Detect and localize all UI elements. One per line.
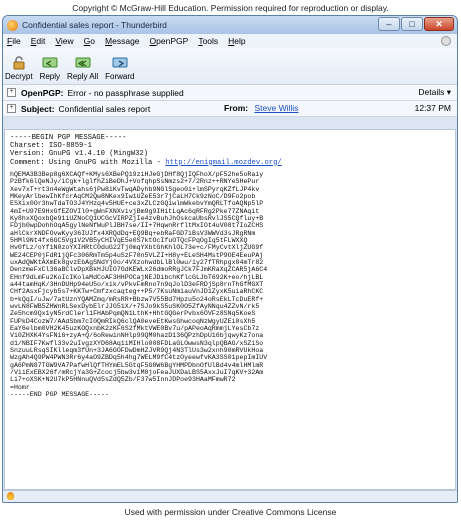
sender-link[interactable]: Steve Willis (254, 103, 298, 113)
ciphertext-line: FDjb0wpDohhOqA5gylNeNfWuPlJBH7se/II+7Hqw… (10, 222, 264, 230)
decrypt-label: Decrypt (5, 72, 33, 81)
ciphertext-line: wvLN8FWB5ZHWnRLSexDybElrJJG51X/+7SJo9kS5… (10, 303, 260, 310)
title-bar: Confidential sales report - Thunderbird … (3, 16, 457, 34)
reply-label: Reply (39, 72, 61, 81)
ciphertext-block: hQEMA3B3Bep8g6XCAQf+KMys6XBePQ19ziHJeGjD… (10, 171, 450, 399)
expand-icon[interactable]: + (7, 88, 16, 97)
menu-view[interactable]: View (55, 36, 73, 46)
expand-headers-icon[interactable]: + (7, 104, 16, 113)
ciphertext-line: Hv0fLz/oYf1N0zoYXIHRtC0duG22Tj0mqYXbtGhK… (10, 244, 264, 252)
ciphertext-line: aHlCkrXNDFOvwKyy36IUJfx4XRQdDq+EQ9Bq+ebR… (10, 229, 256, 237)
ciphertext-line: PzBfk6lQeNJy/iCgk+lglfhZiBeDhJ+VofqhpSsN… (10, 178, 260, 186)
decrypt-button[interactable]: Decrypt (5, 56, 33, 84)
ciphertext-line: SnzuuLRsqSIKlleqm3fUn+3JA6GOFDwDmHZJVR9Q… (10, 347, 264, 355)
forward-label: Forward (105, 72, 135, 81)
ciphertext-line: =Homr (10, 383, 30, 391)
subject-row: + Subject: Confidential sales report Fro… (3, 101, 457, 117)
decrypt-icon (13, 56, 25, 70)
ciphertext-line: hQEMA3B3Bep8g6XCAQf+KMys6XBePQ19ziHJeGjD… (10, 170, 264, 178)
ciphertext-line: /ViiExEBX26f/mRcjYa3G+Zcocj5bw3viM0joFea… (10, 369, 264, 377)
thunderbird-logo-icon (7, 19, 18, 31)
ciphertext-line: WzgAh4Q9PW4PWN3Rr6y4aO9ZBDq5h4hg7WELM9fC… (10, 354, 268, 362)
reply-all-icon (75, 57, 91, 68)
status-icon (7, 492, 14, 500)
openpgp-label: OpenPGP: (21, 87, 64, 98)
from-label: From: (224, 103, 249, 113)
ciphertext-line: Vi0ZHXK4YsFNi6+zyA+Q/6oRewinNHlp99QM0haz… (10, 332, 264, 340)
ciphertext-line: MKeyArlbewIhKfcrAqCM2Qw8NKex9Iw1UZeE53r7… (10, 192, 256, 200)
ciphertext-line: Xev7xT+rt3n4eWgWtahs6jPw8iKvTwqADyhb9NGl… (10, 185, 260, 193)
toolbar: Decrypt Reply Reply All Forward (3, 48, 457, 85)
subject-label: Subject: (21, 103, 55, 114)
message-time: 12:37 PM (414, 103, 451, 113)
menu-message[interactable]: Message (105, 36, 140, 46)
ciphertext-line: Ze5hcm9Qx1yN5rdClerl1FHAbPqmQN1LthK+HhtG… (10, 310, 256, 318)
ciphertext-line: b+kQqI/uJw/7atUznYQAMZmq/mRsRR+Bbzw7V55B… (10, 295, 264, 303)
ciphertext-line: a44tamHqK/3HnDUHp94eU5o/xik/vPkvFmRno7n9… (10, 280, 264, 288)
menu-help[interactable]: Help (228, 36, 245, 46)
ciphertext-line: EHnf9dLmFu2KoIcIKolaMdCoAF3HHPOCajNEJDib… (10, 273, 264, 281)
ciphertext-line: FUPkD4CozW7/AAdSbm7cI0QmRIkQ6clQA0eveEtK… (10, 317, 256, 325)
ciphertext-line: Li7+oXSK+N2U7kP5HNnuQVd5sZdQ5Zb/F37w5Inn… (10, 376, 236, 384)
copyright-caption: Copyright © McGraw-Hill Education. Permi… (72, 3, 389, 13)
reply-all-label: Reply All (67, 72, 99, 81)
forward-button[interactable]: Forward (105, 56, 134, 84)
reply-icon (42, 57, 58, 68)
license-caption: Used with permission under Creative Comm… (124, 507, 337, 517)
ciphertext-line: 4mI+U97E9HxGfEZOVIl0+gWnFXNXvivjBm9g9IHi… (10, 207, 260, 215)
menu-edit[interactable]: Edit (31, 36, 46, 46)
close-button[interactable]: ✕ (424, 17, 454, 31)
ciphertext-line: EaY6elbm0VH2K45uzKOQxnbK2zKF6S2fMktVWE0B… (10, 325, 260, 333)
ciphertext-line: -----END PGP MESSAGE----- (10, 391, 109, 399)
openpgp-status-row[interactable]: + OpenPGP: Error - no passphrase supplie… (3, 85, 457, 101)
reply-all-button[interactable]: Reply All (67, 56, 98, 84)
subject-value: Confidential sales report (58, 103, 151, 114)
menu-file[interactable]: File (7, 36, 21, 46)
maximize-button[interactable]: □ (401, 17, 423, 31)
openpgp-error-text: Error - no passphrase supplied (67, 87, 184, 98)
ciphertext-line: Ky8hxXQoxbQe91iUZNoCQ1UCGcVIRPZjIe4zvBuh… (10, 214, 264, 222)
ciphertext-line: 5HMl9Nt4fx6GC5Vg1V2VB5yCHIVqE5e0S7ktOcIf… (10, 236, 248, 244)
message-body: -----BEGIN PGP MESSAGE----- Charset: ISO… (4, 129, 456, 490)
activity-icon (441, 36, 451, 46)
menu-go[interactable]: Go (84, 36, 95, 46)
ciphertext-line: ESXix0Or3hwTdaTO3J4YHzq4v5HUE+ce3xZLCzGQ… (10, 200, 264, 208)
ciphertext-line: gA6PmN87TGW9VA7PafwHlQfTHYmEL5GtqF5G0W6B… (10, 361, 264, 369)
details-button[interactable]: Details ▾ (418, 87, 451, 98)
ciphertext-line: DenzmeFxCl36aBClvDpXBkHJUIO7GdKEWLx26dmo… (10, 266, 268, 274)
thunderbird-window: Confidential sales report - Thunderbird … (2, 15, 458, 503)
enigmail-link[interactable]: http://enigmail.mozdev.org/ (165, 159, 281, 167)
window-title: Confidential sales report - Thunderbird (22, 20, 167, 30)
ciphertext-line: d1/NBIF7Kwfl33v2uIvgzXYD68Aq1iMIHlo008FD… (10, 339, 264, 347)
from-field: From: Steve Willis (224, 103, 298, 113)
menu-bar: File Edit View Go Message OpenPGP Tools … (3, 34, 457, 48)
menu-tools[interactable]: Tools (198, 36, 218, 46)
menu-openpgp[interactable]: OpenPGP (150, 36, 189, 46)
minimize-button[interactable]: ‒ (378, 17, 400, 31)
ciphertext-line: uxAdQWKtAXmEk8gvzEbAgSNdYj0o/4VXzohwdbLl… (10, 258, 264, 266)
ciphertext-line: CHf2AsxFjcyb5s7+KKTw+Cmfzxcaqteg++P5/7Ks… (10, 288, 264, 296)
reply-button[interactable]: Reply (40, 56, 60, 84)
ciphertext-line: WE24CEP0jFdR1jQFc306RmTm5p4uSzF70n5VLZI+… (10, 251, 264, 259)
forward-icon (112, 57, 128, 68)
pgp-header: -----BEGIN PGP MESSAGE----- Charset: ISO… (10, 134, 282, 167)
status-bar (3, 490, 457, 502)
